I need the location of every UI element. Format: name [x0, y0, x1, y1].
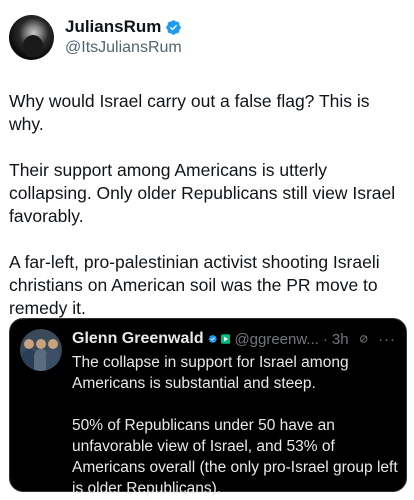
quoted-handle[interactable]: @ggreenw... [234, 331, 318, 348]
tweet-paragraph: Their support among Americans is utterly… [9, 160, 396, 226]
separator-dot: · [322, 330, 328, 348]
author-display-name[interactable]: JuliansRum [65, 17, 161, 37]
quoted-paragraph: 50% of Republicans under 50 have an unfa… [72, 417, 398, 497]
verified-badge-icon [208, 334, 217, 344]
tweet-paragraph: A far-left, pro-palestinian activist sho… [9, 252, 380, 318]
verified-badge-icon [166, 19, 182, 35]
grok-icon[interactable] [359, 331, 368, 347]
quoted-header: Glenn Greenwald @ggreenw... · 3h ··· [72, 329, 396, 349]
quoted-timestamp[interactable]: 3h [332, 331, 349, 348]
tweet-header: JuliansRum @ItsJuliansRum [9, 11, 405, 61]
quoted-display-name[interactable]: Glenn Greenwald [72, 330, 204, 348]
quoted-author-avatar[interactable] [20, 329, 62, 371]
quoted-tweet[interactable]: Glenn Greenwald @ggreenw... · 3h ··· The… [9, 318, 407, 497]
affiliate-badge-icon [221, 334, 231, 344]
author-name-row: JuliansRum [65, 17, 182, 37]
tweet-text: Why would Israel carry out a false flag?… [9, 90, 409, 343]
author-avatar[interactable] [9, 15, 54, 60]
more-icon[interactable]: ··· [378, 331, 396, 348]
quoted-text: The collapse in support for Israel among… [72, 352, 402, 500]
author-handle[interactable]: @ItsJuliansRum [65, 39, 182, 57]
tweet-paragraph: Why would Israel carry out a false flag?… [9, 91, 370, 134]
quoted-paragraph: The collapse in support for Israel among… [72, 354, 349, 392]
